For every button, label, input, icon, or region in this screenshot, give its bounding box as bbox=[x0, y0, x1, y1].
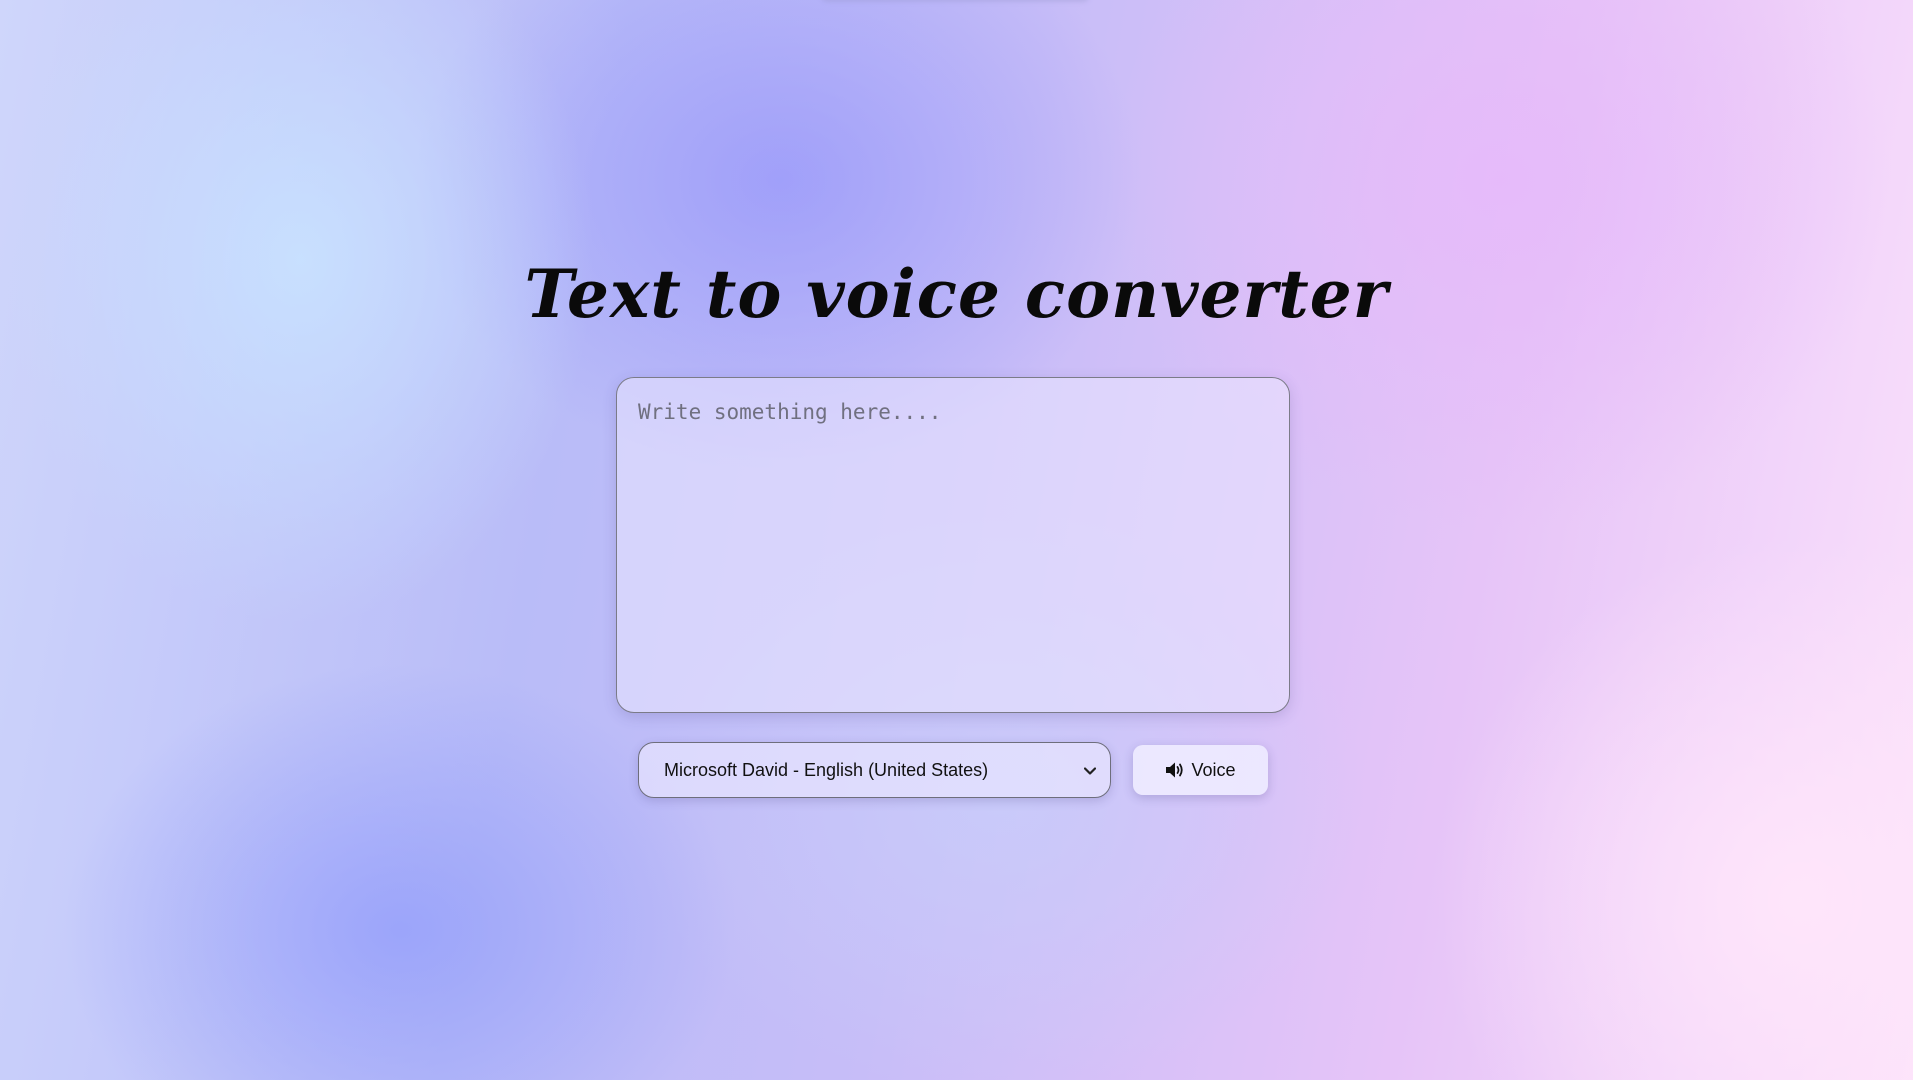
text-input[interactable] bbox=[616, 377, 1290, 713]
voice-select[interactable]: Microsoft David - English (United States… bbox=[638, 742, 1111, 798]
voice-select-value: Microsoft David - English (United States… bbox=[664, 759, 989, 780]
chevron-down-icon bbox=[1083, 762, 1097, 778]
page-title: Text to voice converter bbox=[524, 255, 1389, 333]
voice-button[interactable]: Voice bbox=[1133, 745, 1268, 795]
top-edge-shadow bbox=[820, 0, 1090, 2]
voice-button-label: Voice bbox=[1191, 759, 1236, 780]
speaker-icon bbox=[1165, 761, 1185, 779]
